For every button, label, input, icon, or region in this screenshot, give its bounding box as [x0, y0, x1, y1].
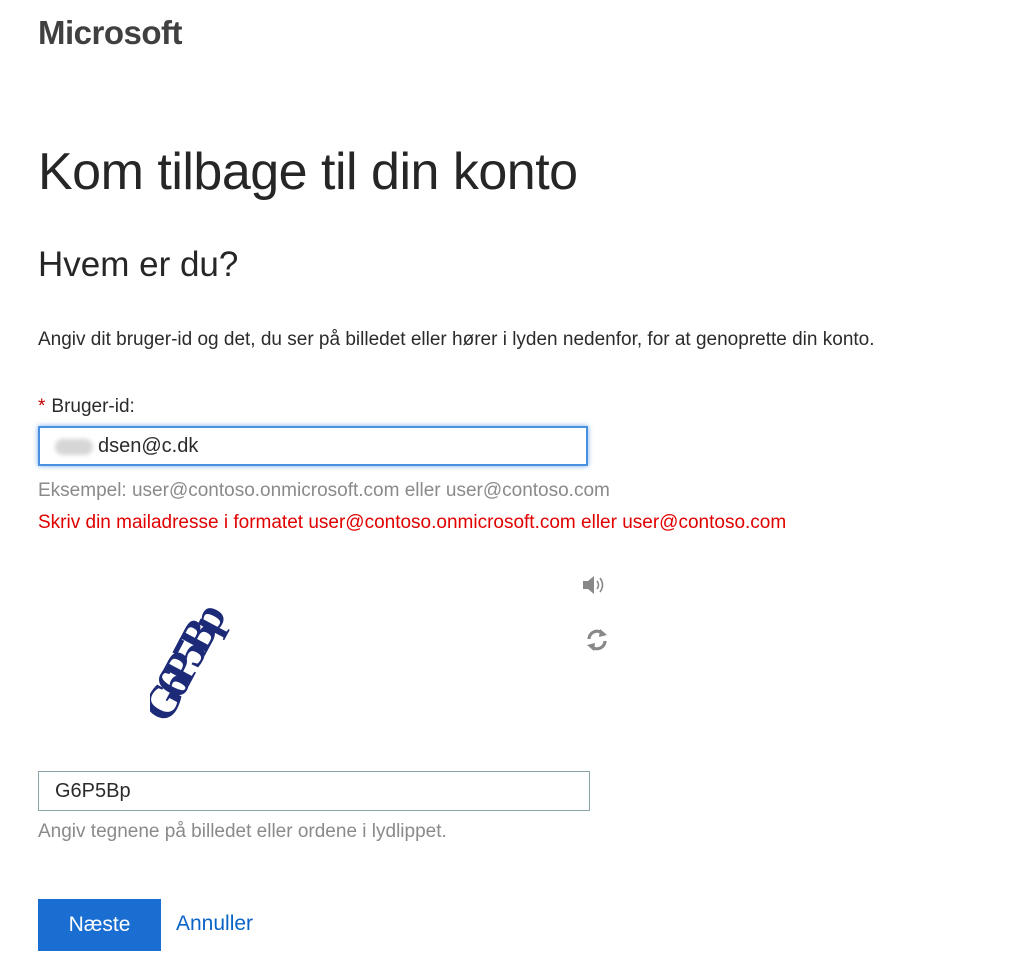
required-marker: *	[38, 396, 46, 417]
account-recovery-page: Microsoft Kom tilbage til din konto Hvem…	[0, 0, 1024, 972]
userid-input[interactable]	[38, 426, 588, 466]
userid-example-hint: Eksempel: user@contoso.onmicrosoft.com e…	[38, 480, 610, 501]
userid-label: Bruger-id:	[51, 396, 135, 417]
captcha-text: G6P5Bp	[150, 596, 235, 730]
page-title: Kom tilbage til din konto	[38, 143, 578, 201]
speaker-icon[interactable]	[582, 574, 608, 596]
cancel-link[interactable]: Annuller	[176, 912, 253, 936]
microsoft-logo: Microsoft	[38, 14, 183, 51]
captcha-input[interactable]	[38, 771, 590, 811]
redacted-username-blur	[55, 439, 93, 455]
userid-label-row: * Bruger-id:	[38, 396, 135, 418]
captcha-image: G6P5Bp	[150, 596, 235, 730]
refresh-icon[interactable]	[585, 627, 609, 653]
captcha-hint: Angiv tegnene på billedet eller ordene i…	[38, 821, 447, 842]
userid-error-message: Skriv din mailadresse i formatet user@co…	[38, 512, 787, 533]
page-description: Angiv dit bruger-id og det, du ser på bi…	[38, 329, 875, 350]
page-subtitle: Hvem er du?	[38, 245, 239, 284]
next-button[interactable]: Næste	[38, 899, 161, 951]
